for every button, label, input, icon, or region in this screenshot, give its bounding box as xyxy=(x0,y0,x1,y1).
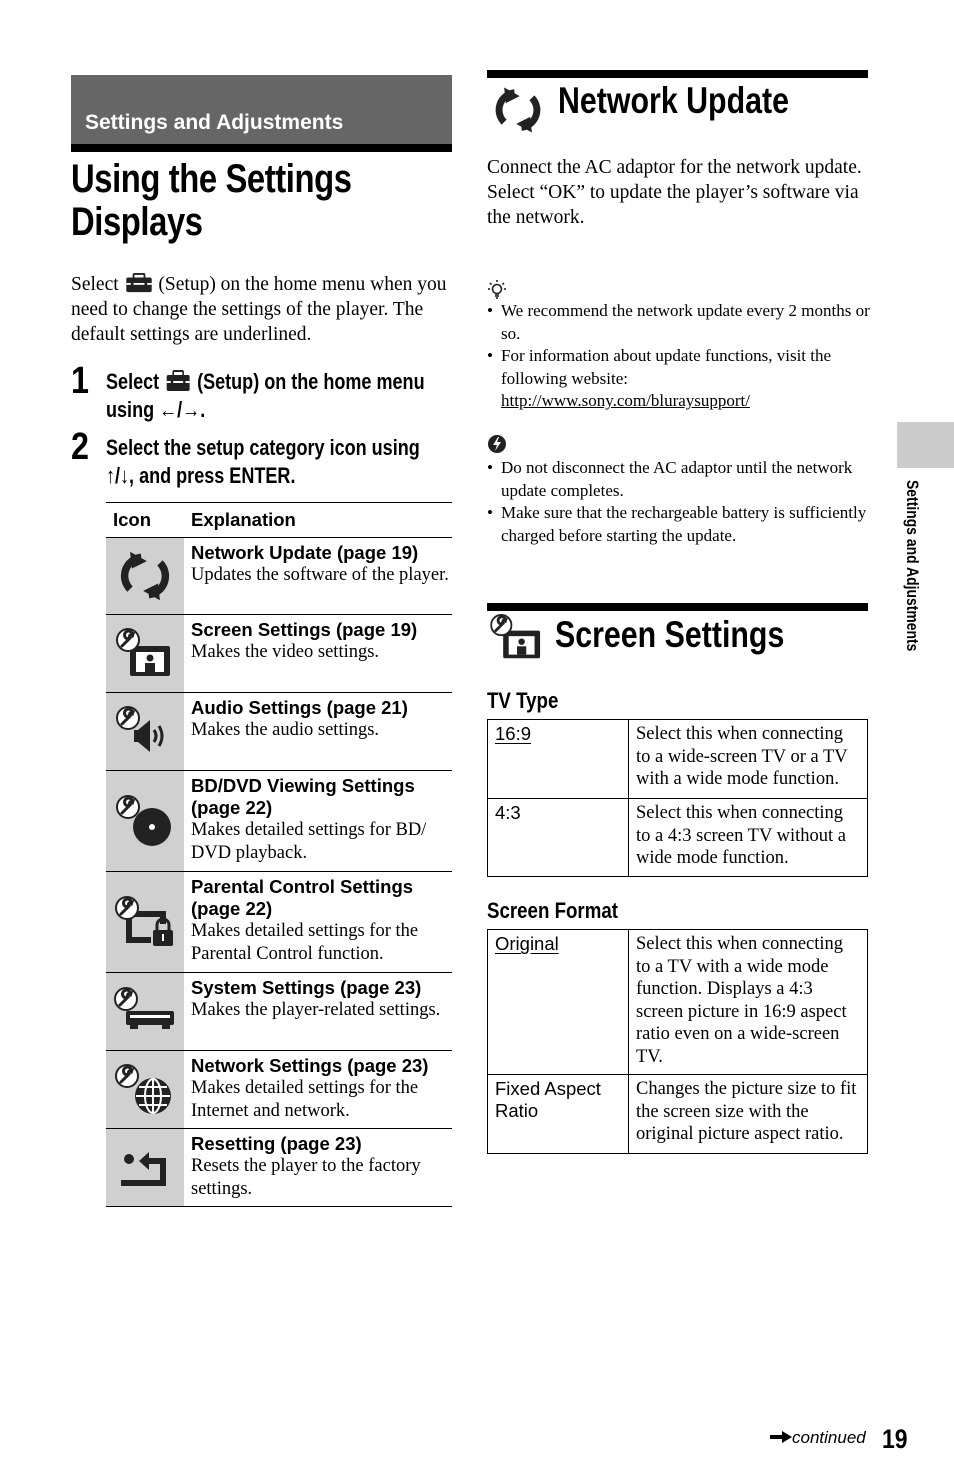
network-update-body: Connect the AC adaptor for the network u… xyxy=(487,157,862,228)
hint-item: For information about update functions, … xyxy=(487,345,872,413)
table-header: Icon Explanation xyxy=(106,503,452,538)
column-header-icon: Icon xyxy=(113,509,152,530)
step-number: 1 xyxy=(71,360,89,402)
support-website-link[interactable]: http://www.sony.com/bluraysupport/ xyxy=(501,391,750,410)
table-row: Parental Control Settings (page 22) Make… xyxy=(106,872,452,973)
note-item: Make sure that the rechargeable battery … xyxy=(487,502,872,547)
network-update-rule xyxy=(487,70,868,78)
table-row: 16:9 Select this when connecting to a wi… xyxy=(487,719,868,799)
screen-settings-heading: Screen Settings xyxy=(555,614,785,655)
continued-indicator: continued xyxy=(770,1428,866,1448)
page-title-line-1: Using the Settings xyxy=(71,157,352,201)
bd-dvd-viewing-settings-icon xyxy=(116,795,171,846)
column-header-explanation: Explanation xyxy=(191,509,296,530)
network-update-heading: Network Update xyxy=(558,80,789,121)
table-row: BD/DVD Viewing Settings (page 22) Makes … xyxy=(106,771,452,872)
table-row: Original Select this when connecting to … xyxy=(487,929,868,1075)
table-row: System Settings (page 23) Makes the play… xyxy=(106,973,452,1051)
table-row: Network Settings (page 23) Makes detaile… xyxy=(106,1051,452,1129)
note-item: Do not disconnect the AC adaptor until t… xyxy=(487,457,872,502)
network-settings-icon xyxy=(115,1063,171,1114)
option-fixed-aspect-ratio: Fixed Aspect Ratio xyxy=(487,1074,629,1154)
page-number: 19 xyxy=(882,1424,908,1454)
network-update-icon xyxy=(488,84,548,136)
arrow-right-icon xyxy=(770,1431,792,1443)
setup-toolbox-icon xyxy=(124,273,154,293)
table-row: 4:3 Select this when connecting to a 4:3… xyxy=(487,798,868,877)
option-16-9: 16:9 xyxy=(495,723,532,744)
parental-control-settings-icon xyxy=(115,896,173,946)
table-row: Resetting (page 23) Resets the player to… xyxy=(106,1129,452,1207)
table-row: Fixed Aspect Ratio Changes the picture s… xyxy=(487,1074,868,1154)
table-row: Screen Settings (page 19) Makes the vide… xyxy=(106,615,452,693)
tv-type-heading: TV Type xyxy=(487,688,559,713)
option-4-3: 4:3 xyxy=(487,798,629,877)
option-original: Original xyxy=(495,933,559,954)
screen-format-table: Original Select this when connecting to … xyxy=(487,929,868,1154)
setup-toolbox-icon xyxy=(164,370,192,392)
screen-format-heading: Screen Format xyxy=(487,898,618,923)
audio-settings-icon xyxy=(116,705,164,752)
page-title-line-2: Displays xyxy=(71,200,203,244)
caution-note-icon xyxy=(488,435,506,453)
system-settings-icon xyxy=(114,986,174,1029)
screen-settings-rule xyxy=(487,603,868,611)
tv-type-table: 16:9 Select this when connecting to a wi… xyxy=(487,719,868,877)
hint-lightbulb-icon xyxy=(488,280,506,299)
table-row: Network Update (page 19) Updates the sof… xyxy=(106,538,452,615)
step-number: 2 xyxy=(71,426,89,468)
section-header: Settings and Adjustments xyxy=(71,75,452,144)
settings-icon-table: Icon Explanation Network Update (page 19… xyxy=(106,502,452,1207)
note-list: Do not disconnect the AC adaptor until t… xyxy=(487,457,872,547)
hint-list: We recommend the network update every 2 … xyxy=(487,300,872,413)
table-row: Audio Settings (page 21) Makes the audio… xyxy=(106,693,452,771)
section-rule xyxy=(71,144,452,152)
intro-paragraph: Select (Setup) on the home menu when you… xyxy=(71,273,447,345)
section-header-label: Settings and Adjustments xyxy=(85,111,344,134)
side-tab xyxy=(897,422,954,468)
page-title: Using the Settings Displays xyxy=(71,158,413,244)
screen-settings-icon xyxy=(490,614,541,659)
hint-item: We recommend the network update every 2 … xyxy=(487,300,872,345)
network-update-icon xyxy=(117,548,173,604)
side-tab-label: Settings and Adjustments xyxy=(903,480,922,652)
resetting-icon xyxy=(121,1151,166,1186)
screen-settings-icon xyxy=(116,627,170,676)
